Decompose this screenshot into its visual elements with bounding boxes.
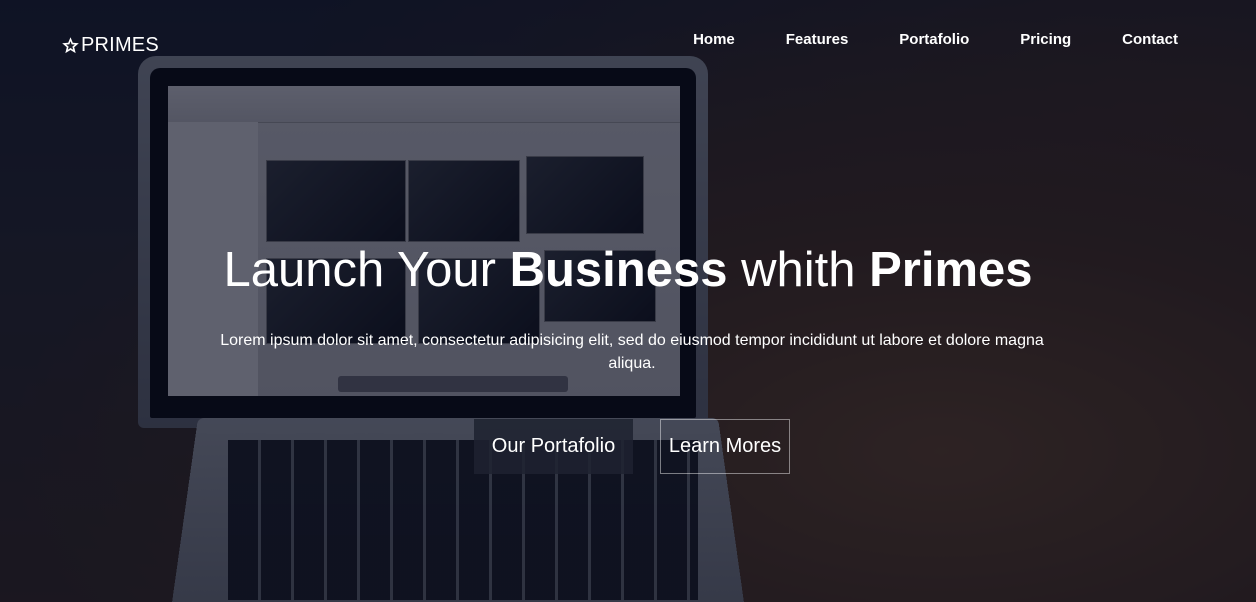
main-nav: Home Features Portafolio Pricing Contact — [642, 31, 1178, 48]
nav-home[interactable]: Home — [693, 31, 735, 48]
nav-pricing[interactable]: Pricing — [1020, 31, 1071, 48]
hero-subtitle: Lorem ipsum dolor sit amet, consectetur … — [220, 332, 1044, 372]
headline-bold-primes: Primes — [869, 243, 1033, 297]
headline-part2: whith — [727, 243, 870, 297]
nav-features[interactable]: Features — [786, 31, 849, 48]
star-icon — [62, 37, 79, 54]
nav-contact[interactable]: Contact — [1122, 31, 1178, 48]
headline-bold-business: Business — [509, 243, 728, 297]
hero-section: PRIMES Home Features Portafolio Pricing … — [0, 0, 1256, 602]
brand-logo[interactable]: PRIMES — [61, 34, 159, 57]
headline-part1: Launch Your — [223, 243, 510, 297]
hero-headline: Launch Your Business whith Primes — [0, 242, 1256, 298]
brand-name: PRIMES — [81, 34, 159, 56]
dark-overlay — [0, 0, 1256, 602]
nav-portafolio[interactable]: Portafolio — [899, 31, 969, 48]
our-portafolio-button[interactable]: Our Portafolio — [474, 419, 633, 474]
learn-more-button[interactable]: Learn Mores — [660, 419, 790, 474]
